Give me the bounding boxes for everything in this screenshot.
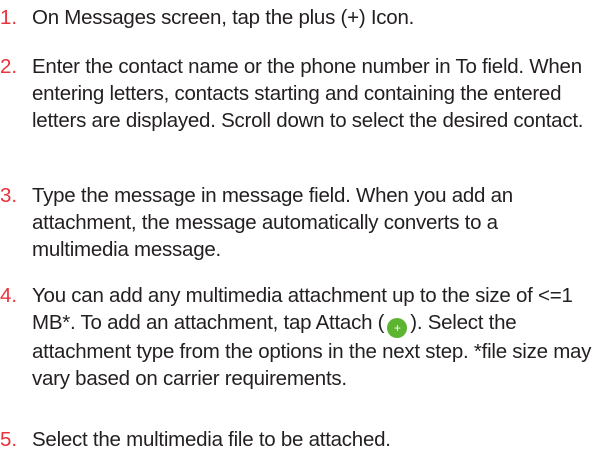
- step-text: Enter the contact name or the phone numb…: [32, 55, 584, 132]
- instruction-list: 1. On Messages screen, tap the plus (+) …: [0, 0, 608, 459]
- step-text: Select the multimedia file to be attache…: [32, 428, 391, 451]
- step-number: 3.: [0, 184, 18, 207]
- step-text: You can add any multimedia attachment up…: [32, 282, 598, 392]
- step-number: 2.: [0, 55, 18, 78]
- step-text: On Messages screen, tap the plus (+) Ico…: [32, 6, 415, 29]
- step-text: Type the message in message field. When …: [32, 184, 513, 261]
- step-number: 1.: [0, 6, 18, 29]
- step-number: 5.: [0, 428, 18, 451]
- attach-plus-icon: +: [387, 318, 408, 338]
- step-number: 4.: [0, 284, 18, 307]
